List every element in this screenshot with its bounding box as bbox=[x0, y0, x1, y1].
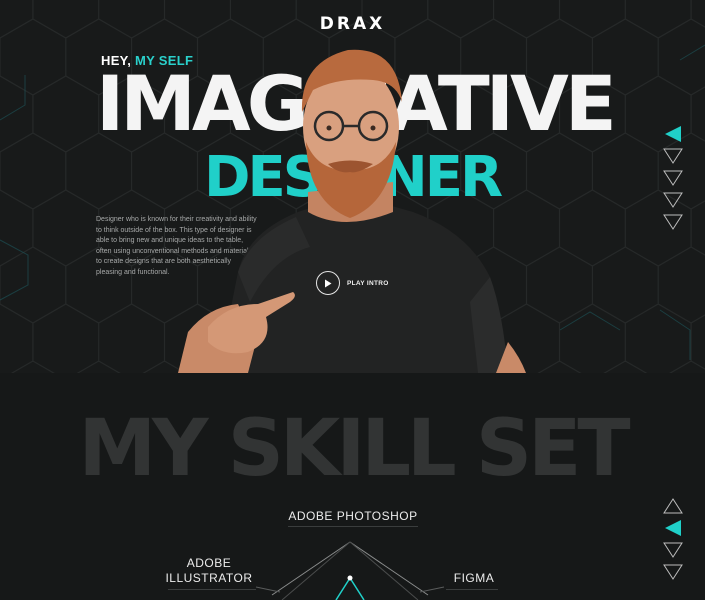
nav-triangle-down-icon[interactable] bbox=[663, 169, 683, 187]
person-photo bbox=[178, 49, 526, 373]
section-nav-bottom bbox=[663, 497, 683, 581]
nav-triangle-down-icon[interactable] bbox=[663, 541, 683, 559]
skills-title: MY SKILL SET bbox=[78, 404, 630, 494]
hero-section: DRAX HEY, MY SELF IMAGINATIVE DESIGNER D… bbox=[0, 0, 705, 373]
skill-radar-chart bbox=[255, 541, 445, 600]
nav-triangle-down-icon[interactable] bbox=[663, 563, 683, 581]
nav-triangle-down-icon[interactable] bbox=[663, 213, 683, 231]
skill-adobe-photoshop: ADOBE PHOTOSHOP bbox=[288, 509, 418, 523]
nav-triangle-down-icon[interactable] bbox=[663, 147, 683, 165]
nav-triangle-left-active-icon[interactable] bbox=[663, 519, 683, 537]
nav-triangle-up-icon[interactable] bbox=[663, 497, 683, 515]
skill-divider bbox=[288, 526, 418, 527]
nav-triangle-down-icon[interactable] bbox=[663, 191, 683, 209]
play-intro-button[interactable]: PLAY INTRO bbox=[316, 271, 389, 295]
brand-logo[interactable]: DRAX bbox=[0, 14, 705, 34]
nav-triangle-left-active-icon[interactable] bbox=[663, 125, 683, 143]
play-icon[interactable] bbox=[316, 271, 340, 295]
play-intro-label: PLAY INTRO bbox=[347, 279, 389, 287]
section-nav-top bbox=[663, 125, 683, 231]
